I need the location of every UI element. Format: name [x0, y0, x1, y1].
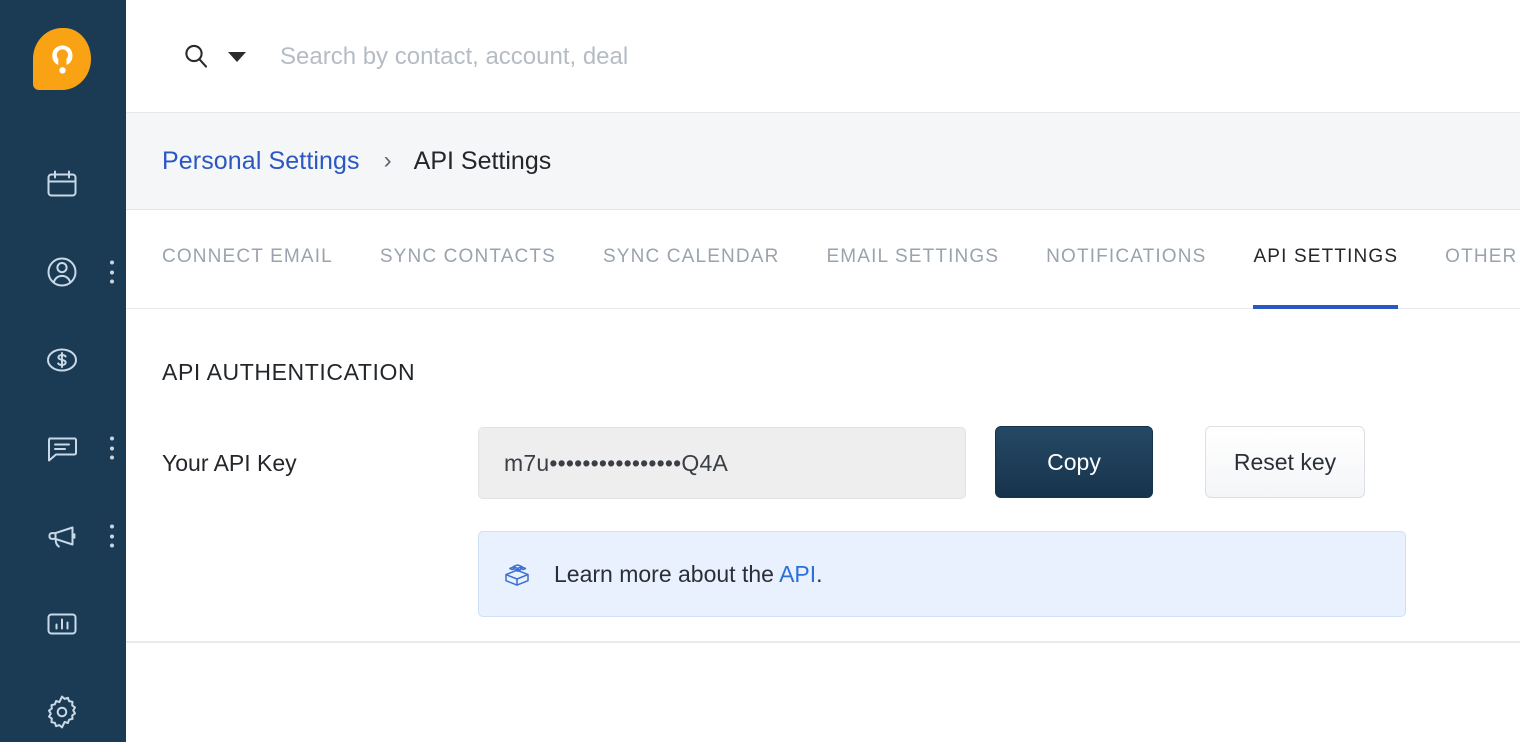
breadcrumb-parent-link[interactable]: Personal Settings: [162, 147, 360, 176]
tab-api-settings[interactable]: API SETTINGS: [1253, 210, 1398, 309]
three-dots-vertical-icon[interactable]: [109, 524, 114, 548]
pipedrive-drop-logo: [33, 28, 91, 90]
content-bottom-divider: [126, 641, 1520, 643]
learn-more-text: Learn more about the API.: [554, 561, 823, 588]
speech-bubble-icon: [41, 427, 83, 469]
breadcrumb-separator-icon: ›: [383, 147, 392, 174]
api-key-label: Your API Key: [162, 450, 297, 476]
learn-more-prefix: Learn more about the: [554, 560, 780, 587]
tab-sync-calendar[interactable]: SYNC CALENDAR: [603, 210, 780, 308]
three-dots-vertical-icon[interactable]: [109, 436, 114, 460]
global-search-bar: [126, 0, 1520, 113]
reset-key-button[interactable]: Reset key: [1205, 426, 1365, 498]
sidebar-item-settings[interactable]: [0, 668, 126, 742]
sidebar-item-deals[interactable]: [0, 316, 126, 404]
copy-button[interactable]: Copy: [995, 426, 1153, 498]
chevron-down-icon[interactable]: [228, 52, 246, 62]
dollar-circle-icon: [41, 339, 83, 381]
three-dots-vertical-icon[interactable]: [109, 260, 114, 284]
gear-icon: [41, 691, 83, 733]
sidebar-item-insights[interactable]: [0, 580, 126, 668]
main-area: Personal Settings › API Settings CONNECT…: [126, 0, 1520, 742]
section-heading: API AUTHENTICATION: [162, 359, 416, 385]
megaphone-icon: [41, 515, 83, 557]
page-title: API Settings: [413, 146, 552, 175]
logo-glyph-icon: [52, 45, 73, 74]
person-circle-icon: [41, 251, 83, 293]
settings-tabs: CONNECT EMAIL SYNC CONTACTS SYNC CALENDA…: [126, 210, 1520, 309]
tab-notifications[interactable]: NOTIFICATIONS: [1046, 210, 1206, 308]
sidebar-nav: [0, 140, 126, 742]
tab-connect-email[interactable]: CONNECT EMAIL: [162, 210, 333, 308]
api-doc-link[interactable]: API: [779, 561, 816, 587]
learn-more-suffix: .: [816, 560, 823, 587]
sidebar-item-activities[interactable]: [0, 140, 126, 228]
calendar-icon: [41, 163, 83, 205]
breadcrumb: Personal Settings › API Settings: [126, 113, 1520, 210]
learn-more-banner: Learn more about the API.: [478, 531, 1406, 617]
sidebar-item-contacts[interactable]: [0, 228, 126, 316]
app-logo[interactable]: [33, 28, 93, 92]
tab-email-settings[interactable]: EMAIL SETTINGS: [826, 210, 999, 308]
api-authentication-section: API AUTHENTICATION Your API Key m7u•••••…: [126, 309, 1520, 742]
tab-other-settings[interactable]: OTHER SETTINGS: [1445, 210, 1520, 308]
api-key-row: Your API Key m7u••••••••••••••••Q4A Copy…: [126, 419, 1520, 509]
sidebar-item-campaigns[interactable]: [0, 492, 126, 580]
search-icon[interactable]: [182, 42, 210, 70]
sidebar-item-mail[interactable]: [0, 404, 126, 492]
search-input[interactable]: [280, 36, 980, 78]
api-settings-screen: Personal Settings › API Settings CONNECT…: [0, 0, 1520, 742]
bar-chart-icon: [41, 603, 83, 645]
left-sidebar: [0, 0, 126, 742]
lego-brick-icon: [500, 557, 534, 591]
api-key-field[interactable]: m7u••••••••••••••••Q4A: [478, 427, 966, 499]
tab-sync-contacts[interactable]: SYNC CONTACTS: [380, 210, 556, 308]
